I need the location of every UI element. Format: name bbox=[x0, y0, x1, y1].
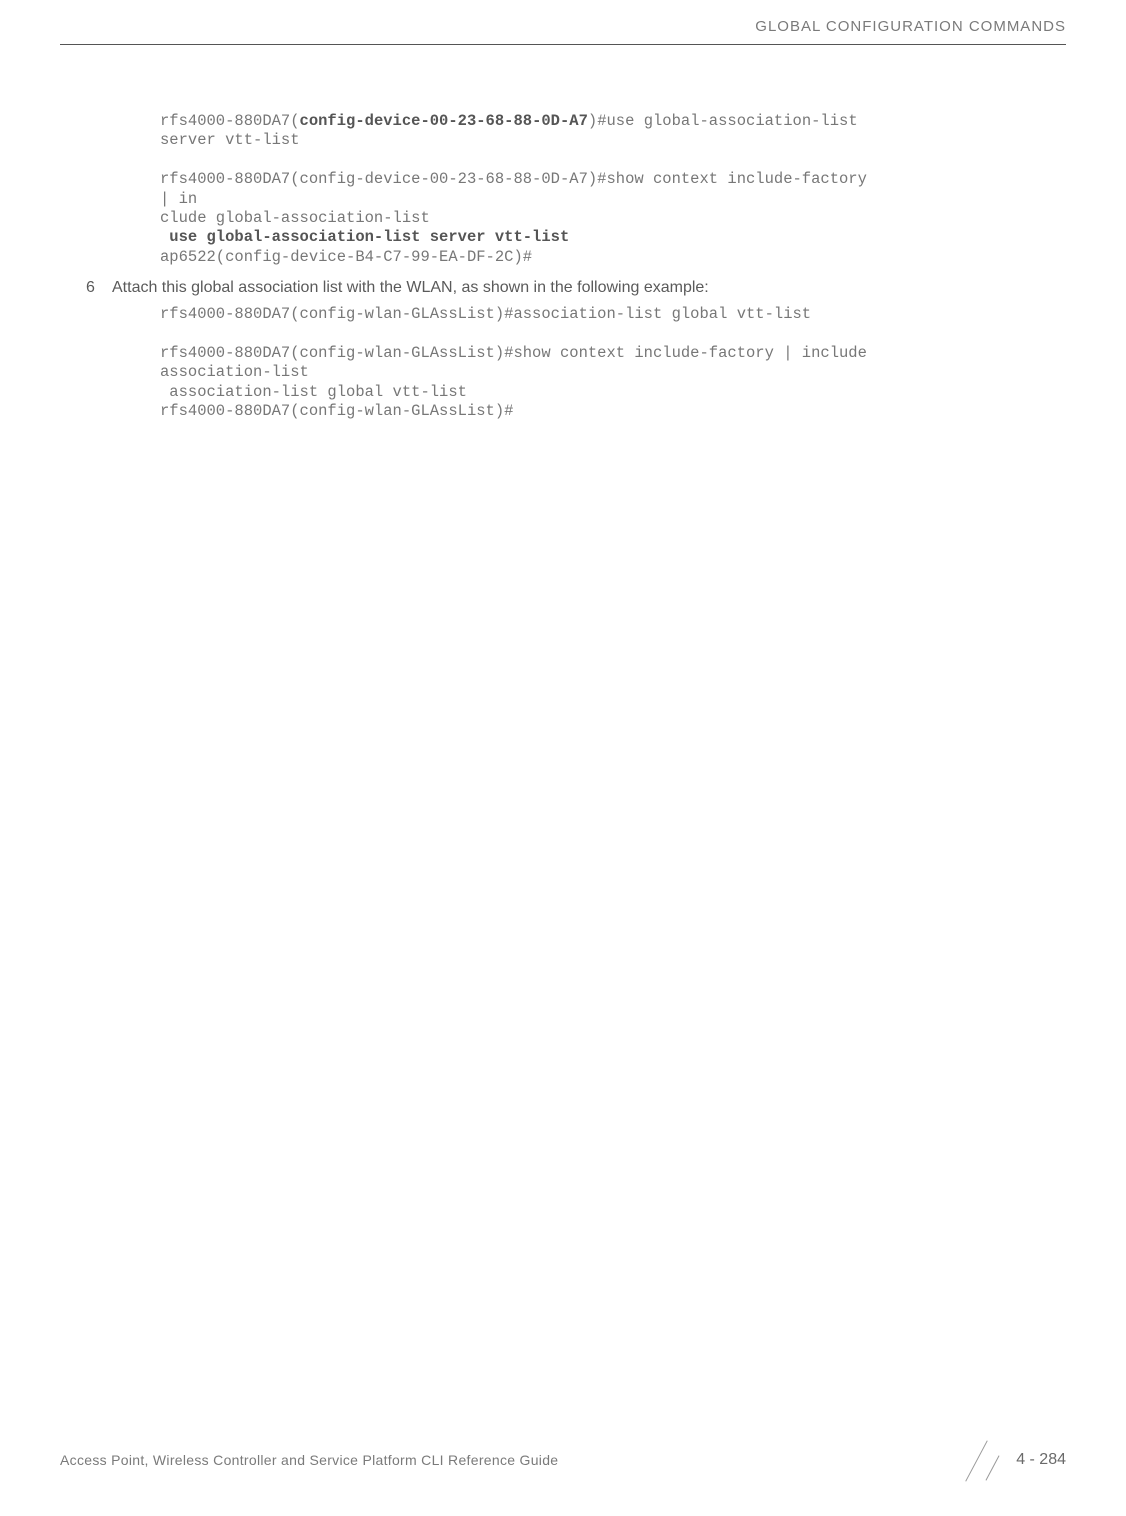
step-number: 6 bbox=[86, 279, 112, 297]
footer-page-number: 4 - 284 bbox=[958, 1442, 1066, 1478]
footer-guide-title: Access Point, Wireless Controller and Se… bbox=[60, 1452, 558, 1468]
page-number-text: 4 - 284 bbox=[1016, 1451, 1066, 1468]
code-text: rfs4000-880DA7(config-wlan-GLAssList)#as… bbox=[160, 305, 811, 323]
code-text: ap6522(config-device-B4-C7-99-EA-DF-2C)# bbox=[160, 248, 532, 266]
code-text: rfs4000-880DA7(config-wlan-GLAssList)#sh… bbox=[160, 344, 876, 362]
header-divider bbox=[60, 44, 1066, 45]
code-bold-text: use global-association-list server vtt-l… bbox=[160, 228, 569, 246]
code-text: | in bbox=[160, 190, 197, 208]
code-text: association-list global vtt-list bbox=[160, 383, 467, 401]
slash-icon bbox=[958, 1442, 1008, 1478]
page-header-title: GLOBAL CONFIGURATION COMMANDS bbox=[755, 18, 1066, 35]
code-block-2: rfs4000-880DA7(config-wlan-GLAssList)#as… bbox=[160, 305, 1066, 421]
page-content: rfs4000-880DA7(config-device-00-23-68-88… bbox=[80, 112, 1066, 421]
code-text: rfs4000-880DA7( bbox=[160, 112, 300, 130]
code-bold-text: config-device-00-23-68-88-0D-A7 bbox=[300, 112, 588, 130]
code-text: rfs4000-880DA7(config-device-00-23-68-88… bbox=[160, 170, 876, 188]
page-footer: Access Point, Wireless Controller and Se… bbox=[60, 1442, 1066, 1478]
code-text: )#use global-association-list bbox=[588, 112, 867, 130]
code-block-1: rfs4000-880DA7(config-device-00-23-68-88… bbox=[160, 112, 1066, 267]
code-text: server vtt-list bbox=[160, 131, 300, 149]
code-text: rfs4000-880DA7(config-wlan-GLAssList)# bbox=[160, 402, 513, 420]
code-text: association-list bbox=[160, 363, 309, 381]
code-text: clude global-association-list bbox=[160, 209, 430, 227]
step-text: Attach this global association list with… bbox=[112, 279, 709, 296]
step-6: 6Attach this global association list wit… bbox=[80, 279, 1066, 297]
